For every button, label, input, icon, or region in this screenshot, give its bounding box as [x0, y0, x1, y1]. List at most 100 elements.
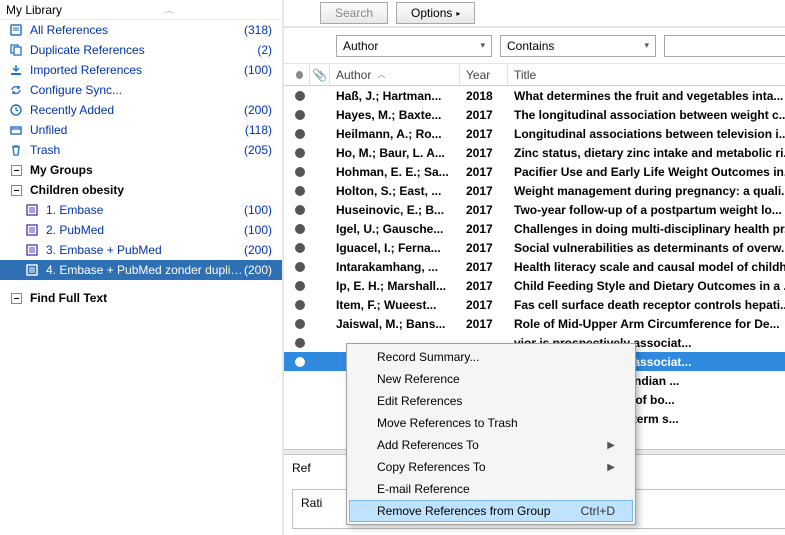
- table-row[interactable]: Igel, U.; Gausche...2017Challenges in do…: [284, 219, 785, 238]
- sidebar-item-configure-sync[interactable]: Configure Sync...: [0, 80, 282, 100]
- table-row[interactable]: Ho, M.; Baur, L. A...2017Zinc status, di…: [284, 143, 785, 162]
- sidebar-group-embase-pubmed[interactable]: 3. Embase + PubMed 200: [0, 240, 282, 260]
- cell-year: 2017: [460, 184, 508, 198]
- button-label: Options: [411, 6, 452, 20]
- filter-field-select[interactable]: Author ▾: [336, 35, 492, 57]
- menu-item-label: Copy References To: [377, 460, 486, 474]
- table-row[interactable]: Iguacel, I.; Ferna...2017Social vulnerab…: [284, 238, 785, 257]
- menu-item-label: Edit References: [377, 394, 462, 408]
- cell-author: Item, F.; Wueest...: [330, 298, 460, 312]
- cell-year: 2017: [460, 222, 508, 236]
- context-menu-item[interactable]: Record Summary...: [349, 346, 633, 368]
- sidebar-item-label: Imported References: [30, 63, 244, 77]
- copy-icon: [8, 42, 24, 58]
- col-title[interactable]: Title: [508, 64, 785, 85]
- dot-icon: [295, 357, 305, 367]
- col-author[interactable]: Author ︿: [330, 64, 460, 85]
- table-row[interactable]: Hohman, E. E.; Sa...2017Pacifier Use and…: [284, 162, 785, 181]
- clock-icon: [8, 102, 24, 118]
- collapse-icon[interactable]: [8, 290, 24, 306]
- sidebar-item-count: 318: [244, 23, 276, 37]
- cell-author: Holton, S.; East, ...: [330, 184, 460, 198]
- context-menu-item[interactable]: Edit References: [349, 390, 633, 412]
- sidebar-item-count: 200: [244, 103, 276, 117]
- dot-icon: [295, 262, 305, 272]
- sidebar-item-count: 205: [244, 143, 276, 157]
- sidebar-section-find-full-text[interactable]: Find Full Text: [0, 288, 282, 308]
- cell-title: Pacifier Use and Early Life Weight Outco…: [508, 165, 785, 179]
- sidebar-section-my-groups[interactable]: My Groups: [0, 160, 282, 180]
- sidebar-item-label: Trash: [30, 143, 244, 157]
- dot-icon: [295, 148, 305, 158]
- sidebar-item-label: Duplicate References: [30, 43, 257, 57]
- cell-year: 2017: [460, 146, 508, 160]
- context-menu-item[interactable]: Move References to Trash: [349, 412, 633, 434]
- dot-icon: [295, 243, 305, 253]
- select-value: Contains: [507, 39, 554, 53]
- cell-author: Haß, J.; Hartman...: [330, 89, 460, 103]
- sidebar-item-unfiled[interactable]: Unfiled 118: [0, 120, 282, 140]
- sidebar-item-all-references[interactable]: All References 318: [0, 20, 282, 40]
- sidebar-header: My Library ︿: [0, 0, 282, 20]
- cell-title: Two-year follow-up of a postpartum weigh…: [508, 203, 785, 217]
- context-menu-item[interactable]: Copy References To▶: [349, 456, 633, 478]
- sidebar-item-count: 100: [244, 223, 276, 237]
- table-row[interactable]: Holton, S.; East, ...2017Weight manageme…: [284, 181, 785, 200]
- filter-value-input[interactable]: [664, 35, 785, 57]
- sidebar-group-embase-pubmed-nodup[interactable]: 4. Embase + PubMed zonder duplic... 200: [0, 260, 282, 280]
- sidebar-item-duplicate-references[interactable]: Duplicate References 2: [0, 40, 282, 60]
- sidebar-item-label: 3. Embase + PubMed: [46, 243, 244, 257]
- table-row[interactable]: Item, F.; Wueest...2017Fas cell surface …: [284, 295, 785, 314]
- context-menu[interactable]: Record Summary... New Reference Edit Refer…: [346, 343, 636, 525]
- cell-year: 2017: [460, 279, 508, 293]
- sidebar-item-label: Unfiled: [30, 123, 245, 137]
- table-row[interactable]: Jaiswal, M.; Bans...2017Role of Mid-Uppe…: [284, 314, 785, 333]
- search-button[interactable]: Search: [320, 2, 388, 24]
- sidebar-section-label: Find Full Text: [30, 291, 276, 305]
- table-row[interactable]: Huseinovic, E.; B...2017Two-year follow-…: [284, 200, 785, 219]
- filter-op-select[interactable]: Contains ▾: [500, 35, 656, 57]
- col-year[interactable]: Year: [460, 64, 508, 85]
- chevron-up-icon: ︿: [377, 69, 385, 80]
- filter-bar: Author ▾ Contains ▾: [284, 28, 785, 64]
- table-row[interactable]: Intarakamhang, ...2017Health literacy sc…: [284, 257, 785, 276]
- cell-year: 2017: [460, 241, 508, 255]
- context-menu-item[interactable]: Add References To▶: [349, 434, 633, 456]
- dot-icon: [295, 110, 305, 120]
- cell-year: 2017: [460, 317, 508, 331]
- dot-icon: [295, 338, 305, 348]
- dot-icon: [295, 129, 305, 139]
- sidebar-group-embase[interactable]: 1. Embase 100: [0, 200, 282, 220]
- collapse-icon[interactable]: [8, 182, 24, 198]
- sidebar-item-recently-added[interactable]: Recently Added 200: [0, 100, 282, 120]
- menu-item-label: New Reference: [377, 372, 460, 386]
- context-menu-item[interactable]: Remove References from GroupCtrl+D: [349, 500, 633, 522]
- table-row[interactable]: Heilmann, A.; Ro...2017Longitudinal asso…: [284, 124, 785, 143]
- sidebar-item-label: 1. Embase: [46, 203, 244, 217]
- options-button[interactable]: Options ▸: [396, 2, 475, 24]
- sidebar-item-trash[interactable]: Trash 205: [0, 140, 282, 160]
- sidebar-section-label: Children obesity: [30, 183, 276, 197]
- context-menu-item[interactable]: E-mail Reference: [349, 478, 633, 500]
- sidebar-section-children-obesity[interactable]: Children obesity: [0, 180, 282, 200]
- sidebar-item-count: 200: [244, 263, 276, 277]
- cell-title: Challenges in doing multi-disciplinary h…: [508, 222, 785, 236]
- collapse-icon[interactable]: [8, 162, 24, 178]
- sync-icon: [8, 82, 24, 98]
- sidebar-item-imported-references[interactable]: Imported References 100: [0, 60, 282, 80]
- menu-item-label: Record Summary...: [377, 350, 479, 364]
- cell-author: Ho, M.; Baur, L. A...: [330, 146, 460, 160]
- column-label: Year: [466, 68, 490, 82]
- col-attachment[interactable]: 📎: [310, 64, 330, 85]
- cell-year: 2017: [460, 165, 508, 179]
- sidebar-title: My Library: [6, 3, 62, 17]
- cell-title: Zinc status, dietary zinc intake and met…: [508, 146, 785, 160]
- context-menu-item[interactable]: New Reference: [349, 368, 633, 390]
- sidebar-group-pubmed[interactable]: 2. PubMed 100: [0, 220, 282, 240]
- cell-author: Jaiswal, M.; Bans...: [330, 317, 460, 331]
- table-row[interactable]: Hayes, M.; Baxte...2017The longitudinal …: [284, 105, 785, 124]
- col-read-status[interactable]: [290, 64, 310, 85]
- chevron-up-icon[interactable]: ︿: [164, 4, 174, 15]
- table-row[interactable]: Haß, J.; Hartman...2018What determines t…: [284, 86, 785, 105]
- table-row[interactable]: Ip, E. H.; Marshall...2017Child Feeding …: [284, 276, 785, 295]
